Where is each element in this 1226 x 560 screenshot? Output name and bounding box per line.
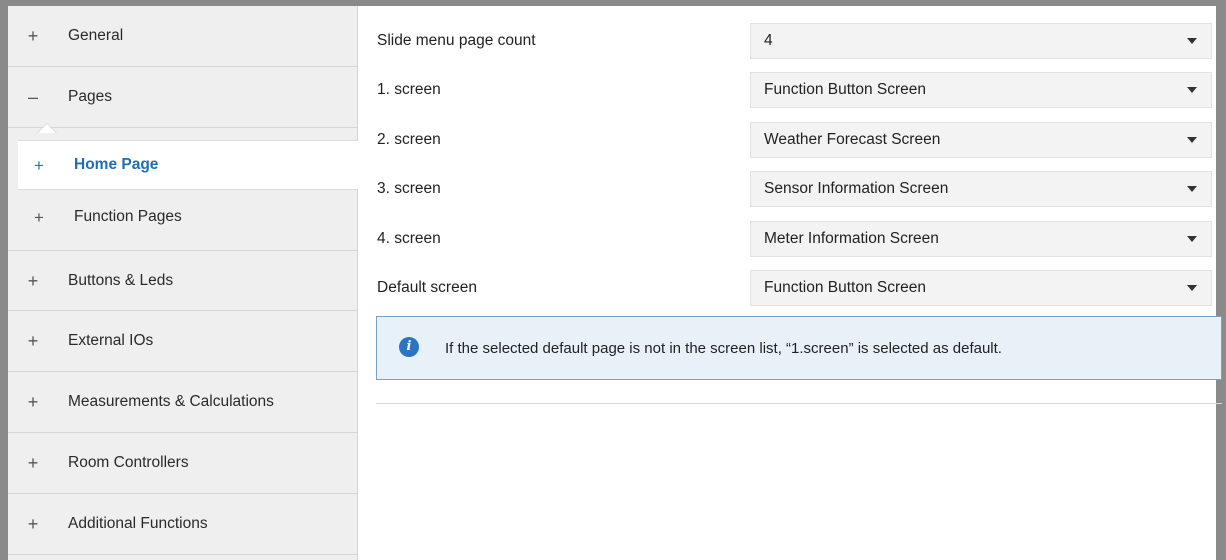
sidebar-subitem-function-pages[interactable]: + Function Pages [18,192,357,242]
sidebar-item-external-ios[interactable]: + External IOs [8,311,357,372]
expand-icon: + [27,26,39,46]
info-box: i If the selected default page is not in… [376,316,1222,380]
sidebar-item-pages[interactable]: – Pages [8,67,357,128]
select-value: Function Button Screen [764,81,926,98]
chevron-down-icon [1187,186,1197,192]
screen-1-select[interactable]: Function Button Screen [750,72,1212,108]
default-screen-select[interactable]: Function Button Screen [750,270,1212,306]
default-screen-label: Default screen [377,279,477,296]
expand-icon: + [27,331,39,351]
chevron-down-icon [1187,137,1197,143]
chevron-down-icon [1187,87,1197,93]
screen-3-select[interactable]: Sensor Information Screen [750,171,1212,207]
expand-icon: + [34,207,44,227]
divider [376,403,1222,404]
expand-icon: + [27,392,39,412]
sidebar-item-buttons-leds[interactable]: + Buttons & Leds [8,250,357,311]
sidebar-item-label: Buttons & Leds [68,271,174,289]
sidebar: + General – Pages + Home Page + Function… [8,6,358,560]
sidebar-subitem-label: Function Pages [74,208,182,225]
screen-2-label: 2. screen [377,131,441,148]
expand-icon: + [27,453,39,473]
sidebar-item-label: Pages [68,88,112,105]
sidebar-item-general[interactable]: + General [8,6,357,67]
selection-caret [38,124,56,133]
select-value: 4 [764,32,773,49]
select-value: Weather Forecast Screen [764,131,941,148]
sidebar-item-label: Additional Functions [68,515,208,532]
slide-menu-page-count-label: Slide menu page count [377,32,536,49]
sidebar-item-label: Measurements & Calculations [68,393,274,410]
screen-2-select[interactable]: Weather Forecast Screen [750,122,1212,158]
screen-4-select[interactable]: Meter Information Screen [750,221,1212,257]
screen-4-label: 4. screen [377,230,441,247]
sidebar-item-room-controllers[interactable]: + Room Controllers [8,433,357,494]
select-value: Meter Information Screen [764,230,939,247]
collapse-icon: – [27,87,38,107]
info-text: If the selected default page is not in t… [445,339,1002,357]
sidebar-item-measurements-calculations[interactable]: + Measurements & Calculations [8,372,357,433]
chevron-down-icon [1187,236,1197,242]
expand-icon: + [27,514,39,534]
sidebar-subitem-home-page[interactable]: + Home Page [18,140,358,190]
sidebar-item-label: General [68,27,124,44]
select-value: Sensor Information Screen [764,180,949,197]
chevron-down-icon [1187,38,1197,44]
expand-icon: + [27,270,39,291]
settings-panel: Slide menu page count 4 1. screen Functi… [358,6,1222,560]
screen-1-label: 1. screen [377,81,441,98]
expand-icon: + [34,155,44,175]
screen-3-label: 3. screen [377,180,441,197]
sidebar-item-label: Room Controllers [68,454,189,471]
slide-menu-page-count-select[interactable]: 4 [750,23,1212,59]
sidebar-subitem-label: Home Page [74,156,159,173]
info-icon: i [399,337,419,357]
chevron-down-icon [1187,285,1197,291]
sidebar-item-label: External IOs [68,332,154,349]
select-value: Function Button Screen [764,279,926,296]
sidebar-item-additional-functions[interactable]: + Additional Functions [8,494,357,555]
